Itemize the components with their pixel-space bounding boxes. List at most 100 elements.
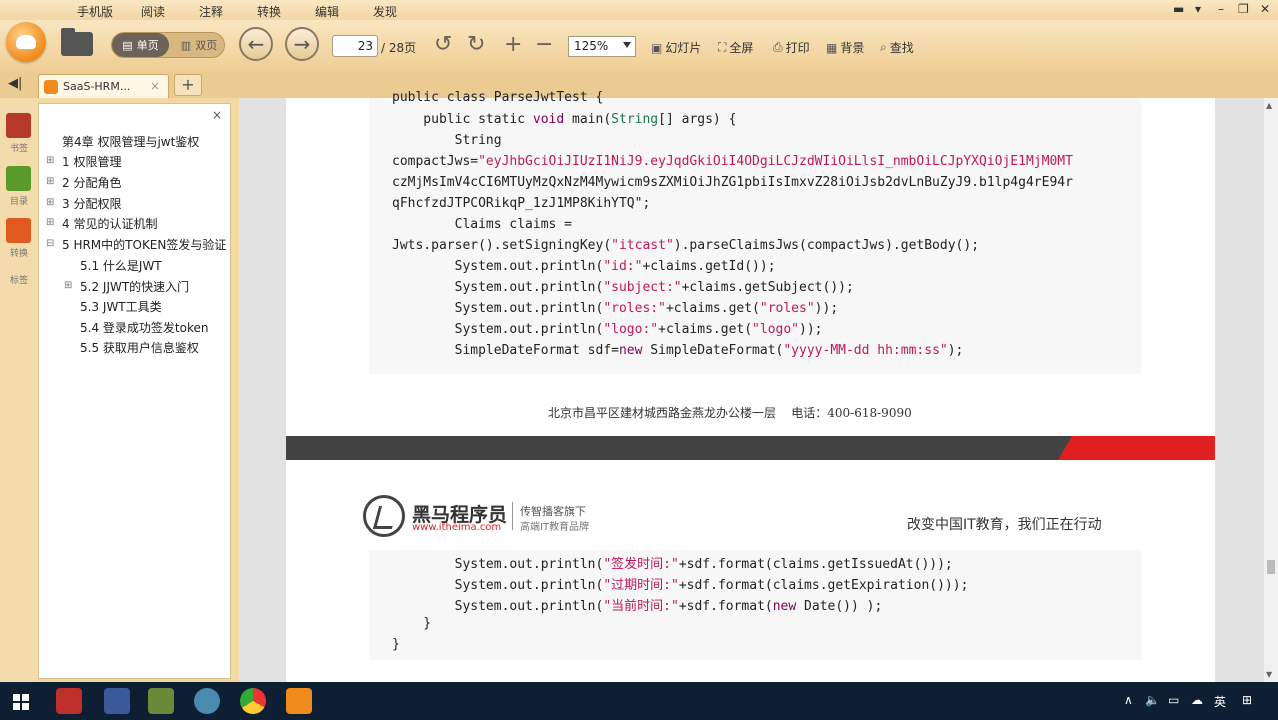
scroll-down-icon[interactable]: ▼: [1266, 670, 1272, 679]
app-logo-icon[interactable]: [6, 22, 46, 62]
outline-item[interactable]: 1 权限管理: [62, 153, 121, 170]
brand-tagline: 传智播客旗下: [520, 505, 586, 518]
menu-convert[interactable]: 转换: [257, 3, 281, 20]
skin-icon[interactable]: ▬: [1173, 2, 1184, 16]
tags-label[interactable]: 标签: [0, 273, 38, 286]
panel-splitter[interactable]: [231, 98, 239, 682]
ime-mode-icon[interactable]: ⊞: [1242, 693, 1252, 707]
rotate-left-icon[interactable]: ↺: [434, 32, 452, 57]
prev-page-button[interactable]: ←: [239, 27, 273, 61]
code-line: System.out.println("当前时间:"+sdf.format(ne…: [392, 599, 883, 614]
maximize-icon[interactable]: ❐: [1238, 2, 1249, 16]
code-line: public class ParseJwtTest {: [392, 90, 604, 104]
taskbar: ∧ 🔈 ▭ ☁ 英 ⊞: [0, 682, 1278, 720]
page-header-slogan: 改变中国IT教育，我们正在行动: [907, 517, 1102, 533]
close-icon[interactable]: ✕: [1260, 2, 1270, 16]
outline-item[interactable]: 2 分配角色: [62, 174, 121, 191]
taskbar-app-icon[interactable]: [148, 688, 174, 714]
zoom-out-icon[interactable]: −: [535, 32, 553, 57]
settings-icon[interactable]: ▾: [1195, 2, 1201, 16]
outline-item[interactable]: 第4章 权限管理与jwt鉴权: [62, 133, 199, 150]
bookmark-icon[interactable]: [6, 113, 31, 138]
open-folder-icon[interactable]: [61, 28, 93, 56]
menu-edit[interactable]: 编辑: [315, 3, 339, 20]
volume-icon[interactable]: 🔈: [1145, 693, 1160, 707]
page-number-input[interactable]: 23: [332, 35, 378, 57]
document-icon: [44, 80, 58, 94]
expand-icon[interactable]: ⊞: [46, 176, 54, 187]
bookmark-label: 书签: [9, 144, 28, 154]
code-line: System.out.println("过期时间:"+sdf.format(cl…: [392, 578, 969, 593]
network-icon[interactable]: ☁: [1191, 693, 1203, 707]
brand-tagline: 高端IT教育品牌: [520, 522, 590, 533]
next-page-button[interactable]: →: [285, 27, 319, 61]
find-button[interactable]: ⌕ 查找: [880, 39, 914, 56]
outline-item[interactable]: 5.3 JWT工具类: [80, 298, 162, 315]
brand-url: www.itheima.com: [412, 522, 502, 533]
background-button[interactable]: ▦ 背景: [826, 39, 864, 56]
arrow-right-icon: →: [293, 32, 311, 56]
taskbar-app-icon[interactable]: [194, 688, 220, 714]
tray-expand-icon[interactable]: ∧: [1124, 693, 1133, 707]
single-page-button[interactable]: ▤ 单页: [112, 33, 169, 57]
print-button[interactable]: ⎙ 打印: [773, 39, 810, 56]
slideshow-icon: ▣: [651, 40, 663, 55]
close-panel-icon[interactable]: ×: [212, 108, 222, 122]
tab-document[interactable]: SaaS-HRM... ×: [38, 74, 169, 98]
collapse-panel-icon[interactable]: ◀|: [8, 76, 22, 91]
close-tab-icon[interactable]: ×: [150, 79, 160, 93]
zoom-in-icon[interactable]: +: [504, 32, 522, 57]
expand-icon[interactable]: ⊞: [46, 155, 54, 166]
code-line: System.out.println("roles:"+claims.get("…: [392, 301, 839, 316]
fullscreen-button[interactable]: ⛶ 全屏: [718, 39, 753, 56]
battery-icon[interactable]: ▭: [1168, 693, 1179, 707]
zoom-select[interactable]: 125%: [568, 36, 636, 57]
fullscreen-icon: ⛶: [718, 40, 727, 54]
minimize-icon[interactable]: –: [1218, 2, 1224, 16]
brand-logo-icon: [363, 495, 405, 537]
outline-item[interactable]: 5.5 获取用户信息鉴权: [80, 339, 199, 356]
code-line: String: [392, 133, 502, 148]
chrome-icon[interactable]: [240, 688, 266, 714]
double-page-button[interactable]: ▥ 双页: [172, 33, 226, 57]
menu-bar: 手机版 阅读 注释 转换 编辑 发现 ▬ ▾ – ❐ ✕: [0, 0, 1278, 20]
scroll-up-icon[interactable]: ▲: [1266, 101, 1272, 110]
windows-start-icon[interactable]: [13, 694, 29, 710]
menu-mobile[interactable]: 手机版: [77, 3, 113, 20]
search-icon: ⌕: [880, 40, 887, 54]
background-icon: ▦: [826, 40, 838, 55]
page-icon: ▤: [122, 38, 133, 52]
ime-indicator[interactable]: 英: [1214, 693, 1226, 710]
outline-label: 目录: [9, 197, 28, 207]
taskbar-app-icon[interactable]: [56, 688, 82, 714]
expand-icon[interactable]: ⊞: [46, 197, 54, 208]
outline-item[interactable]: 5.2 JJWT的快速入门: [80, 278, 189, 295]
menu-discover[interactable]: 发现: [373, 3, 397, 20]
page-total: / 28页: [381, 41, 417, 55]
outline-item[interactable]: 5.1 什么是JWT: [80, 257, 162, 274]
printer-icon: ⎙: [773, 40, 783, 54]
outline-icon[interactable]: [6, 166, 31, 191]
expand-icon[interactable]: ⊞: [64, 280, 72, 291]
new-tab-button[interactable]: +: [174, 74, 202, 96]
outline-item[interactable]: 3 分配权限: [62, 195, 121, 212]
convert-icon[interactable]: [6, 218, 31, 243]
toolbar: ▤ 单页 ▥ 双页 ← → 23 / 28页 ↺ ↻ + − 125% ▣ 幻灯片 ⛶…: [0, 20, 1278, 72]
reader-app-icon[interactable]: [286, 688, 312, 714]
code-line: Jwts.parser().setSigningKey("itcast").pa…: [392, 238, 980, 253]
outline-panel: × 第4章 权限管理与jwt鉴权 ⊞ 1 权限管理 ⊞ 2 分配角色 ⊞ 3 分…: [38, 103, 231, 679]
rotate-right-icon[interactable]: ↻: [467, 32, 485, 57]
slideshow-button[interactable]: ▣ 幻灯片: [651, 39, 701, 56]
outline-item[interactable]: 4 常见的认证机制: [62, 215, 157, 232]
vertical-scrollbar[interactable]: ▲ ▼: [1264, 98, 1278, 682]
menu-read[interactable]: 阅读: [141, 3, 165, 20]
outline-item[interactable]: 5 HRM中的TOKEN签发与验证: [62, 236, 226, 253]
scrollbar-thumb[interactable]: [1267, 560, 1275, 574]
expand-icon[interactable]: ⊞: [46, 217, 54, 228]
code-line: qFhcfzdJTPCORikqP_1zJ1MP8KihYTQ";: [392, 196, 651, 211]
taskbar-app-icon[interactable]: [104, 688, 130, 714]
outline-item[interactable]: 5.4 登录成功签发token: [80, 319, 208, 336]
chevron-down-icon: [623, 42, 631, 48]
collapse-icon[interactable]: ⊟: [46, 238, 54, 249]
menu-annotate[interactable]: 注释: [199, 3, 223, 20]
